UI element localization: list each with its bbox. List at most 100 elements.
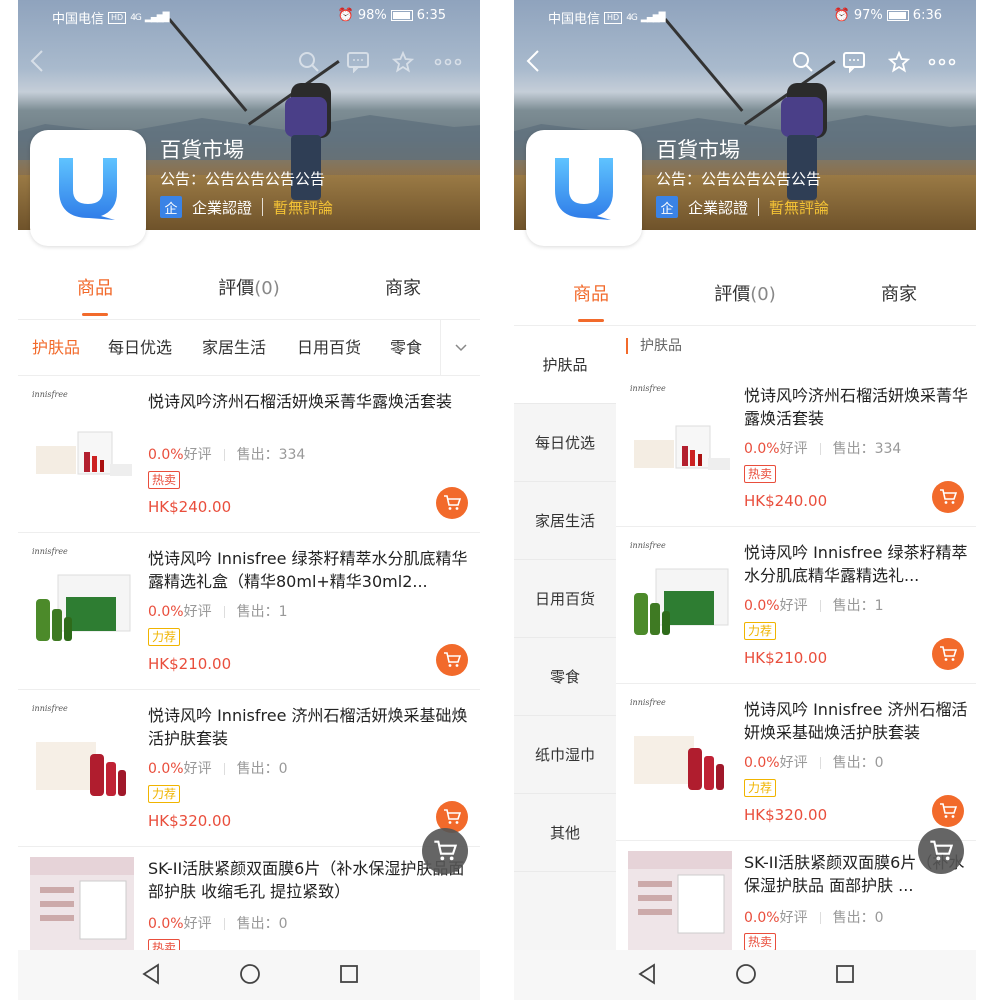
shop-notice: 公告：公告公告公告公告: [160, 170, 326, 188]
product-name[interactable]: 悦诗风吟 Innisfree 绿茶籽精萃水分肌底精华露精选礼...: [744, 541, 970, 587]
square-recent-icon[interactable]: [338, 962, 360, 990]
sold-count: 售出：334: [832, 441, 902, 457]
brand-label: innisfree: [32, 547, 68, 556]
product-tag: 热卖: [148, 471, 181, 489]
product-image: innisfree: [30, 390, 134, 494]
back-icon[interactable]: [30, 48, 44, 84]
rating-label: 好评: [779, 910, 808, 926]
brand-label: innisfree: [32, 704, 68, 713]
triangle-back-icon[interactable]: [636, 962, 658, 990]
carrier-label: 中国电信: [548, 12, 601, 27]
system-nav-bar: [514, 950, 976, 1000]
review-count: (0): [750, 284, 776, 305]
chevron-down-icon[interactable]: [440, 320, 480, 376]
product-name[interactable]: 悦诗风吟济州石榴活妍焕采菁华露焕活套装: [148, 390, 473, 413]
add-to-cart-button[interactable]: [932, 481, 964, 513]
floating-cart-button[interactable]: [422, 828, 468, 874]
rating-percent: 0.0%: [744, 910, 780, 926]
floating-cart-button[interactable]: [918, 828, 964, 874]
rating-label: 好评: [779, 441, 808, 457]
category-tab[interactable]: 零食: [390, 320, 422, 376]
product-card[interactable]: innisfree 悦诗风吟 Innisfree 绿茶籽精萃水分肌底精华露精选礼…: [616, 527, 976, 684]
sold-count: 售出：0: [236, 916, 288, 932]
tab-reviews[interactable]: 評價(0): [172, 264, 326, 314]
product-image: innisfree: [30, 704, 134, 808]
rating-percent: 0.0%: [148, 447, 184, 463]
category-tab[interactable]: 家居生活: [202, 320, 266, 376]
system-nav-bar: [18, 950, 480, 1000]
tab-label: 評價: [218, 278, 255, 299]
circle-home-icon[interactable]: [734, 962, 758, 990]
category-tab[interactable]: 每日优选: [108, 320, 172, 376]
product-name[interactable]: 悦诗风吟 Innisfree 济州石榴活妍焕采基础焕活护肤套装: [744, 698, 970, 744]
triangle-back-icon[interactable]: [140, 962, 162, 990]
sidebar-item[interactable]: 其他: [514, 794, 616, 872]
tab-products[interactable]: 商品: [514, 270, 668, 322]
screen-right: 中国电信 HD 4G ▂▄▆█ ⏰ 97% 6:36 百貨市場 公告：公告公告公…: [514, 0, 976, 1000]
tab-label: 商家: [385, 278, 421, 299]
add-to-cart-button[interactable]: [932, 638, 964, 670]
product-card[interactable]: innisfree 悦诗风吟济州石榴活妍焕采菁华露焕活套装 0.0%好评 售出：3…: [18, 376, 480, 533]
more-icon[interactable]: [928, 48, 956, 84]
battery-percent: 98%: [357, 8, 387, 23]
search-icon[interactable]: [792, 48, 814, 84]
product-image: innisfree: [628, 698, 732, 802]
tab-products[interactable]: 商品: [18, 264, 172, 316]
circle-home-icon[interactable]: [238, 962, 262, 990]
hd-badge: HD: [108, 11, 127, 24]
product-name[interactable]: SK-II活肤紧颜双面膜6片（补水保湿护肤品面部护肤 收缩毛孔 提拉紧致）: [148, 857, 473, 903]
tab-label: 評價: [714, 284, 751, 305]
product-card[interactable]: innisfree 悦诗风吟 Innisfree 绿茶籽精萃水分肌底精华露精选礼…: [18, 533, 480, 690]
product-card[interactable]: innisfree 悦诗风吟 Innisfree 济州石榴活妍焕采基础焕活护肤套…: [616, 684, 976, 841]
product-name[interactable]: 悦诗风吟济州石榴活妍焕采菁华露焕活套装: [744, 384, 970, 430]
product-card[interactable]: innisfree 悦诗风吟济州石榴活妍焕采菁华露焕活套装 0.0%好评 售出：3…: [616, 370, 976, 527]
product-image: innisfree: [628, 541, 732, 645]
star-icon[interactable]: [391, 48, 415, 84]
message-icon[interactable]: [842, 48, 866, 84]
message-icon[interactable]: [346, 48, 370, 84]
add-to-cart-button[interactable]: [436, 644, 468, 676]
sidebar-item[interactable]: 零食: [514, 638, 616, 716]
category-tab[interactable]: 护肤品: [32, 320, 80, 376]
carrier-label: 中国电信: [52, 12, 105, 27]
rating-percent: 0.0%: [148, 916, 184, 932]
product-tag: 热卖: [744, 465, 777, 483]
sidebar-item[interactable]: 家居生活: [514, 482, 616, 560]
tab-merchant[interactable]: 商家: [822, 270, 976, 320]
status-bar: 中国电信 HD 4G ▂▄▆█ ⏰ 98% 6:35: [18, 0, 480, 32]
sidebar-item[interactable]: 每日优选: [514, 404, 616, 482]
product-card[interactable]: SK-II活肤紧颜双面膜6片（补水保湿护肤品面部护肤 收缩毛孔 提拉紧致） 0.…: [18, 847, 480, 957]
sold-count: 售出：0: [832, 755, 884, 771]
sold-count: 售出：1: [236, 604, 288, 620]
network-label: 4G: [130, 12, 142, 23]
review-status[interactable]: 暫無評論: [769, 197, 829, 218]
tab-reviews[interactable]: 評價(0): [668, 270, 822, 320]
product-name[interactable]: 悦诗风吟 Innisfree 绿茶籽精萃水分肌底精华露精选礼盒（精华80ml+精…: [148, 547, 473, 593]
category-tab[interactable]: 日用百货: [297, 320, 361, 376]
search-icon[interactable]: [298, 48, 320, 84]
sidebar-item[interactable]: 纸巾湿巾: [514, 716, 616, 794]
add-to-cart-button[interactable]: [436, 487, 468, 519]
shop-title: 百貨市場: [656, 138, 740, 162]
square-recent-icon[interactable]: [834, 962, 856, 990]
product-name[interactable]: 悦诗风吟 Innisfree 济州石榴活妍焕采基础焕活护肤套装: [148, 704, 473, 750]
sidebar-item[interactable]: 护肤品: [514, 326, 616, 404]
product-tag: 力荐: [744, 622, 777, 640]
back-icon[interactable]: [526, 48, 540, 84]
rating-label: 好评: [779, 755, 808, 771]
product-image: innisfree: [30, 547, 134, 651]
product-image: innisfree: [628, 384, 732, 488]
shop-meta: 企 企業認證 暫無評論: [160, 196, 333, 218]
add-to-cart-button[interactable]: [932, 795, 964, 827]
product-stats: 0.0%好评 售出：0: [148, 913, 288, 933]
rating-percent: 0.0%: [148, 761, 184, 777]
review-status[interactable]: 暫無評論: [273, 197, 333, 218]
sidebar-item[interactable]: 日用百货: [514, 560, 616, 638]
rating-label: 好评: [183, 447, 212, 463]
star-icon[interactable]: [887, 48, 911, 84]
product-card[interactable]: innisfree 悦诗风吟 Innisfree 济州石榴活妍焕采基础焕活护肤套…: [18, 690, 480, 847]
rating-percent: 0.0%: [744, 755, 780, 771]
tab-merchant[interactable]: 商家: [326, 264, 480, 314]
more-icon[interactable]: [434, 48, 462, 84]
enterprise-badge: 企: [656, 196, 678, 218]
